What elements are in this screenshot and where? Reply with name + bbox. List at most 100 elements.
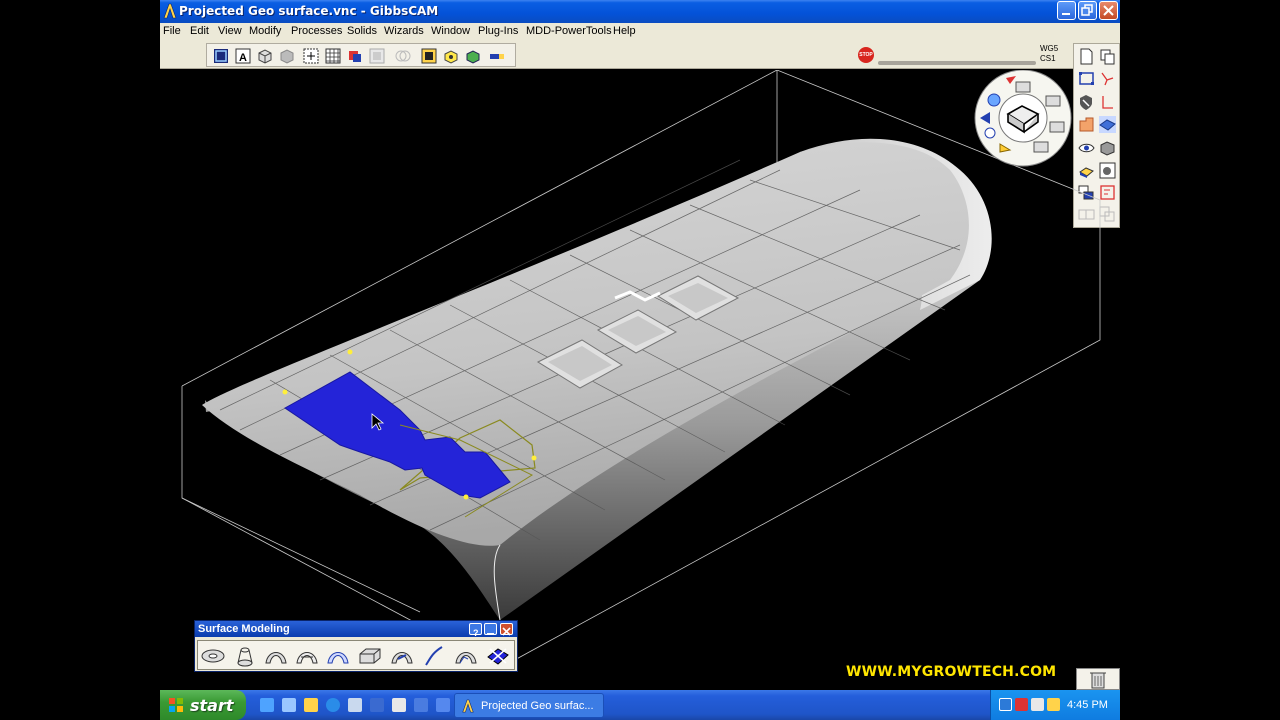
menu-wizards[interactable]: Wizards	[384, 25, 424, 37]
taskbar: start Projected Geo surfac... 4:45 PM	[160, 690, 1120, 720]
tray-network-icon[interactable]	[999, 698, 1012, 711]
quicklaunch-gibbs-icon[interactable]	[304, 698, 318, 712]
close-button[interactable]	[1099, 1, 1118, 20]
quicklaunch-tool-icon[interactable]	[414, 698, 428, 712]
revolve-surface-icon[interactable]	[201, 645, 225, 667]
menu-mdd-powertools[interactable]: MDD-PowerTools	[526, 25, 612, 37]
flat-bar-icon[interactable]	[489, 48, 505, 64]
sweep-surface-icon[interactable]	[264, 645, 288, 667]
new-document-icon[interactable]	[1078, 48, 1095, 65]
patch-surface-icon[interactable]	[454, 645, 478, 667]
menu-bar: File Edit View Modify Processes Solids W…	[160, 23, 1120, 41]
quicklaunch-doc-icon[interactable]	[392, 698, 406, 712]
shaded-view-icon[interactable]	[279, 48, 295, 64]
palette-title: Surface Modeling	[198, 623, 290, 635]
palette-help-button[interactable]: ?	[469, 623, 482, 638]
gibbscam-app-icon	[163, 3, 177, 19]
recycle-bin[interactable]	[1076, 668, 1120, 690]
menu-modify[interactable]: Modify	[249, 25, 281, 37]
annotation-icon[interactable]: A	[235, 48, 251, 64]
main-toolbar: A STOP WG5 CS1	[160, 41, 1120, 69]
control-point[interactable]	[531, 455, 537, 461]
close-icon	[1103, 5, 1114, 16]
tray-update-icon[interactable]	[1047, 698, 1060, 711]
cube-yellow-icon[interactable]	[421, 48, 437, 64]
view-top-icon[interactable]	[1015, 81, 1031, 93]
cs-label: CS1	[1040, 54, 1056, 63]
palette-close-button[interactable]	[500, 623, 513, 636]
tray-clock[interactable]: 4:45 PM	[1067, 699, 1108, 711]
view-eye-icon[interactable]	[984, 127, 996, 139]
quicklaunch-explorer-icon[interactable]	[436, 698, 450, 712]
copy-document-icon[interactable]	[1099, 48, 1116, 65]
recycle-bin-icon	[1090, 672, 1106, 689]
menu-plug-ins[interactable]: Plug-Ins	[478, 25, 518, 37]
palette-minimize-button[interactable]	[484, 623, 497, 635]
start-button[interactable]: start	[160, 690, 246, 720]
window-title: Projected Geo surface.vnc - GibbsCAM	[179, 4, 439, 18]
circle-icon[interactable]	[395, 48, 411, 64]
quicklaunch-app-icon[interactable]	[282, 698, 296, 712]
quicklaunch-outlook-icon[interactable]	[348, 698, 362, 712]
control-point[interactable]	[347, 349, 353, 355]
solid-cube-icon[interactable]	[465, 48, 481, 64]
view-orientation-wheel[interactable]	[974, 70, 1072, 167]
quicklaunch-cam-icon[interactable]	[370, 698, 384, 712]
surface-modeling-palette: Surface Modeling ?	[194, 620, 518, 672]
project-geometry-icon[interactable]	[486, 645, 510, 667]
progress-bar	[878, 61, 1036, 65]
menu-help[interactable]: Help	[613, 25, 636, 37]
menu-window[interactable]: Window	[431, 25, 470, 37]
view-toolbar-group: A	[206, 43, 516, 67]
quicklaunch-desktop-icon[interactable]	[260, 698, 274, 712]
menu-edit[interactable]: Edit	[190, 25, 209, 37]
control-point[interactable]	[463, 494, 469, 500]
flip-icon[interactable]	[347, 48, 363, 64]
ruled-surface-icon[interactable]	[326, 645, 350, 667]
select-points-icon[interactable]	[303, 48, 319, 64]
start-label: start	[190, 696, 234, 715]
taskbar-item-gibbscam[interactable]: Projected Geo surfac...	[454, 693, 604, 718]
menu-view[interactable]: View	[218, 25, 242, 37]
menu-processes[interactable]: Processes	[291, 25, 342, 37]
gibbscam-task-icon	[462, 699, 474, 713]
loft-surface-icon[interactable]	[233, 645, 257, 667]
3d-viewport[interactable]	[160, 70, 1120, 690]
view-right-icon[interactable]	[1049, 121, 1065, 133]
minimize-button[interactable]	[1057, 1, 1076, 20]
tray-volume-icon[interactable]	[1031, 698, 1044, 711]
minimize-icon	[487, 633, 494, 635]
taskbar-item-label: Projected Geo surfac...	[481, 700, 594, 712]
stop-button[interactable]: STOP	[858, 47, 874, 63]
hidden-icon[interactable]	[369, 48, 385, 64]
svg-text:?: ?	[473, 628, 479, 637]
help-icon: ?	[473, 628, 479, 638]
coordinate-system-readout: WG5 CS1	[1040, 44, 1058, 64]
tray-security-icon[interactable]	[1015, 698, 1028, 711]
quicklaunch-ie-icon[interactable]	[326, 698, 340, 712]
wireframe-view-icon[interactable]	[213, 48, 229, 64]
menu-file[interactable]: File	[163, 25, 181, 37]
curve-tool-icon[interactable]	[422, 645, 446, 667]
view-iso-right-icon[interactable]	[1045, 95, 1061, 107]
svg-text:A: A	[239, 52, 247, 64]
windows-flag-icon	[169, 698, 183, 712]
grid-icon[interactable]	[325, 48, 341, 64]
box-view-icon[interactable]	[257, 48, 273, 64]
extrude-surface-icon[interactable]	[358, 645, 382, 667]
control-point[interactable]	[282, 389, 288, 395]
cube-green-icon[interactable]	[443, 48, 459, 64]
gibbscam-window: Projected Geo surface.vnc - GibbsCAM Fil…	[160, 0, 1120, 720]
system-tray: 4:45 PM	[990, 690, 1120, 720]
minimize-icon	[1062, 13, 1070, 15]
sweep-two-rails-icon[interactable]	[295, 645, 319, 667]
view-bottom-icon[interactable]	[1033, 141, 1049, 153]
wcs-label: WG5	[1040, 44, 1059, 53]
close-icon	[502, 627, 511, 636]
zoom-icon[interactable]	[987, 93, 1001, 107]
menu-solids[interactable]: Solids	[347, 25, 377, 37]
restore-button[interactable]	[1078, 1, 1097, 20]
palette-tool-row	[197, 640, 515, 670]
fillet-surface-icon[interactable]	[390, 645, 414, 667]
title-bar[interactable]: Projected Geo surface.vnc - GibbsCAM	[160, 0, 1120, 23]
